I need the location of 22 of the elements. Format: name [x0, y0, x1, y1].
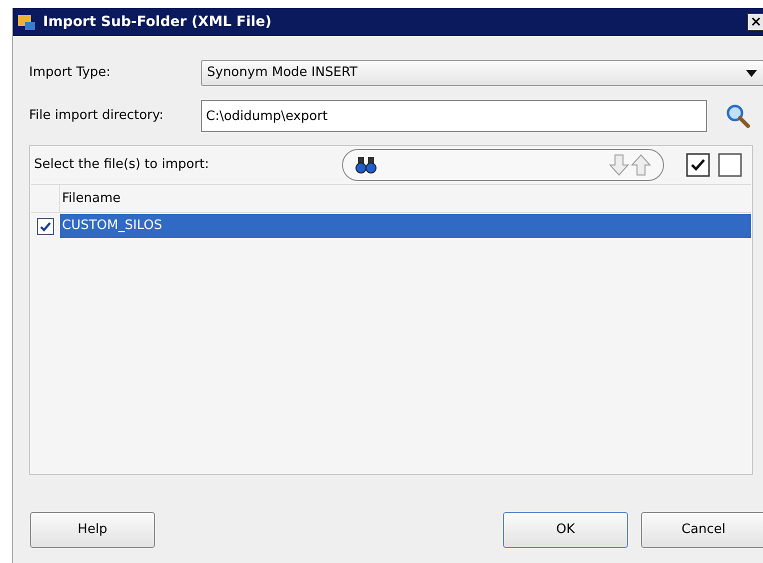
file-row[interactable]: CUSTOM_SILOS: [60, 214, 751, 238]
row-checkbox[interactable]: [37, 218, 54, 234]
filter-field[interactable]: [342, 149, 664, 181]
directory-field[interactable]: C:\odidump\export: [201, 100, 707, 132]
field-label: Import Type:: [29, 64, 112, 82]
dropdown-arrow-icon: [746, 70, 757, 76]
down-arrow-icon[interactable]: [609, 154, 629, 176]
dialog-button[interactable]: Cancel: [641, 512, 763, 548]
up-arrow-icon[interactable]: [631, 154, 651, 176]
binoculars-icon: [355, 156, 377, 174]
window-title: Import Sub-Folder (XML File): [43, 12, 272, 32]
field-label: File import directory:: [29, 107, 165, 126]
uncheck-all-icon[interactable]: [718, 153, 742, 177]
dialog-button[interactable]: OK: [503, 512, 628, 548]
import-type-dropdown[interactable]: Synonym Mode INSERT: [201, 60, 763, 86]
folder-icon: [17, 13, 37, 31]
dialog-button[interactable]: Help: [30, 512, 155, 548]
check-all-icon[interactable]: [686, 153, 710, 177]
close-button[interactable]: ×: [747, 13, 763, 31]
column-header[interactable]: Filename: [60, 185, 751, 212]
search-icon[interactable]: [725, 103, 751, 129]
files-label: Select the file(s) to import:: [34, 156, 210, 174]
